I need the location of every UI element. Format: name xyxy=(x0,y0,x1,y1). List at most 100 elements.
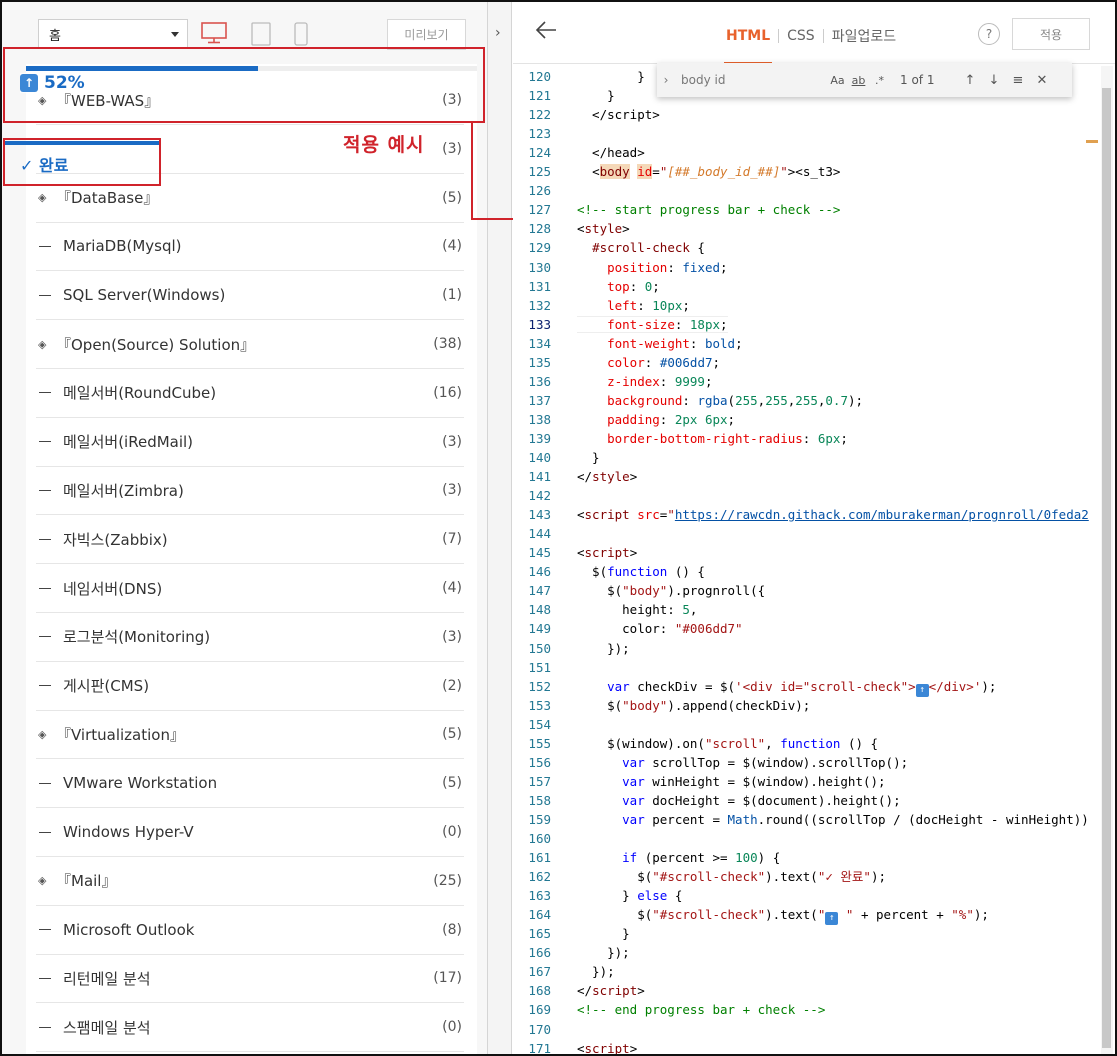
code-line: 127 <!-- start progress bar + check --> xyxy=(513,200,1103,219)
category-name-wrap: 자빅스(Zabbix) xyxy=(36,529,168,550)
category-item[interactable]: Windows Hyper-V (0) xyxy=(36,808,464,857)
line-number: 138 xyxy=(528,411,551,427)
line-number: 143 xyxy=(528,507,551,523)
line-number: 148 xyxy=(528,602,551,618)
code-text: <style> xyxy=(577,221,630,237)
category-name-wrap: 메일서버(Zimbra) xyxy=(36,480,184,501)
code-text: </style> xyxy=(577,469,638,485)
code-text: $("#scroll-check").text("✓ 완료"); xyxy=(577,869,887,885)
diamond-bullet-icon: ◈ xyxy=(38,191,47,205)
code-line: 128 <style> xyxy=(513,219,1103,238)
line-number: 155 xyxy=(528,735,551,751)
code-text: color: "#006dd7" xyxy=(577,621,743,637)
code-text: <body id="[##_body_id_##]"><s_t3> xyxy=(592,164,841,180)
regex-toggle[interactable]: .* xyxy=(869,74,890,87)
line-number: 163 xyxy=(528,888,551,904)
up-arrow-icon[interactable]: ↑ xyxy=(958,73,982,88)
category-count: (17) xyxy=(433,970,462,987)
category-item[interactable]: 메일서버(iRedMail) (3) xyxy=(36,418,464,467)
category-count: (25) xyxy=(433,872,462,889)
dash-bullet-icon xyxy=(39,1026,51,1028)
dash-bullet-icon xyxy=(39,831,51,833)
tab-html[interactable]: HTML xyxy=(718,28,778,64)
desktop-icon[interactable] xyxy=(201,22,227,44)
tablet-icon[interactable] xyxy=(251,22,271,46)
find-input[interactable]: body id xyxy=(675,73,827,87)
annotation-box-done xyxy=(3,138,161,186)
category-count: (5) xyxy=(442,726,462,743)
code-text: $("body").append(checkDiv); xyxy=(577,697,811,713)
find-in-selection-icon[interactable]: ≡ xyxy=(1006,73,1030,88)
category-item[interactable]: 리턴메일 분석 (17) xyxy=(36,954,464,1004)
line-number: 158 xyxy=(528,792,551,808)
mobile-icon[interactable] xyxy=(294,22,308,46)
code-line: 138 padding: 2px 6px; xyxy=(513,410,1103,429)
category-item[interactable]: ◈ 『Open(Source) Solution』 (38) xyxy=(36,320,464,369)
code-line: 141 </style> xyxy=(513,467,1103,486)
editor-pane: HTML CSS 파일업로드 ? 적용 120 } 121 } 122 </scri… xyxy=(513,2,1115,1054)
category-item[interactable]: 스팸메일 분석 (0) xyxy=(36,1003,464,1053)
collapse-strip[interactable] xyxy=(488,2,512,1054)
code-text: top: 0; xyxy=(607,278,660,294)
category-item[interactable]: VMware Workstation (5) xyxy=(36,759,464,809)
category-count: (38) xyxy=(433,336,462,352)
line-number: 122 xyxy=(528,107,551,123)
dash-bullet-icon xyxy=(39,441,51,443)
category-item[interactable]: MariaDB(Mysql) (4) xyxy=(36,222,464,272)
editor-toolbar: HTML CSS 파일업로드 ? 적용 xyxy=(513,2,1115,64)
code-line: 158 var docHeight = $(document).height()… xyxy=(513,791,1103,810)
help-icon[interactable]: ? xyxy=(978,23,1000,45)
line-number: 171 xyxy=(528,1040,551,1054)
category-name: 『Virtualization』 xyxy=(56,725,185,744)
code-text: font-size: 18px; xyxy=(577,315,728,333)
category-count: (0) xyxy=(442,824,462,840)
category-item[interactable]: 자빅스(Zabbix) (7) xyxy=(36,515,464,565)
code-line: 161 if (percent >= 100) { xyxy=(513,848,1103,867)
code-line: 126 xyxy=(513,181,1103,200)
preview-button[interactable]: 미리보기 xyxy=(387,19,466,50)
category-name-wrap: ◈ 『Mail』 xyxy=(36,870,116,891)
category-list: ◈ 『WEB-WAS』 (3) (3) ◈ 『DataBase』 (5) MariaDB(My… xyxy=(26,64,477,1054)
category-item[interactable]: 네임서버(DNS) (4) xyxy=(36,564,464,613)
category-name-wrap: 네임서버(DNS) xyxy=(36,578,162,599)
category-item[interactable]: SQL Server(Windows) (1) xyxy=(36,271,464,321)
code-editor[interactable]: 120 } 121 } 122 </script> 123 124 </head> 125… xyxy=(513,65,1115,1054)
category-name-wrap: 리턴메일 분석 xyxy=(36,968,151,989)
category-item[interactable]: 메일서버(RoundCube) (16) xyxy=(36,369,464,418)
category-name: 리턴메일 분석 xyxy=(63,969,151,988)
category-item[interactable]: 로그분석(Monitoring) (3) xyxy=(36,613,464,662)
code-line: 149 color: "#006dd7" xyxy=(513,619,1103,638)
line-number: 144 xyxy=(528,526,551,542)
close-icon[interactable]: ✕ xyxy=(1030,73,1054,88)
line-number: 135 xyxy=(528,354,551,370)
category-item[interactable]: ◈ 『Mail』 (25) xyxy=(36,857,464,906)
line-number: 154 xyxy=(528,716,551,732)
category-item[interactable]: Microsoft Outlook (8) xyxy=(36,906,464,955)
tab-file-upload[interactable]: 파일업로드 xyxy=(824,26,904,46)
category-item[interactable]: 메일서버(Zimbra) (3) xyxy=(36,466,464,516)
code-line: 169 <!-- end progress bar + check --> xyxy=(513,1000,1103,1019)
category-name-wrap: VMware Workstation xyxy=(36,774,217,792)
code-line: 142 xyxy=(513,486,1103,505)
page-select[interactable]: 홈 xyxy=(38,19,188,48)
chevron-right-icon[interactable]: › xyxy=(657,73,675,87)
category-name-wrap: 메일서버(RoundCube) xyxy=(36,382,216,403)
chevron-right-icon[interactable]: › xyxy=(495,25,501,41)
code-line: 136 z-index: 9999; xyxy=(513,372,1103,391)
editor-scrollbar[interactable] xyxy=(1102,88,1111,1048)
down-arrow-icon[interactable]: ↓ xyxy=(982,73,1006,88)
whole-word-toggle[interactable]: ab xyxy=(848,74,869,87)
category-name: Microsoft Outlook xyxy=(63,920,195,939)
category-count: (7) xyxy=(442,531,462,548)
category-item[interactable]: ◈ 『Virtualization』 (5) xyxy=(36,710,464,760)
back-arrow-icon[interactable] xyxy=(535,20,557,40)
category-item[interactable]: 게시판(CMS) (2) xyxy=(36,662,464,711)
line-number: 145 xyxy=(528,545,551,561)
category-name-wrap: SQL Server(Windows) xyxy=(36,286,225,304)
line-number: 162 xyxy=(528,869,551,885)
tab-css[interactable]: CSS xyxy=(779,28,823,44)
apply-button[interactable]: 적용 xyxy=(1012,18,1090,50)
code-line: 165 } xyxy=(513,924,1103,943)
code-line: 167 }); xyxy=(513,962,1103,981)
match-case-toggle[interactable]: Aa xyxy=(827,74,848,87)
